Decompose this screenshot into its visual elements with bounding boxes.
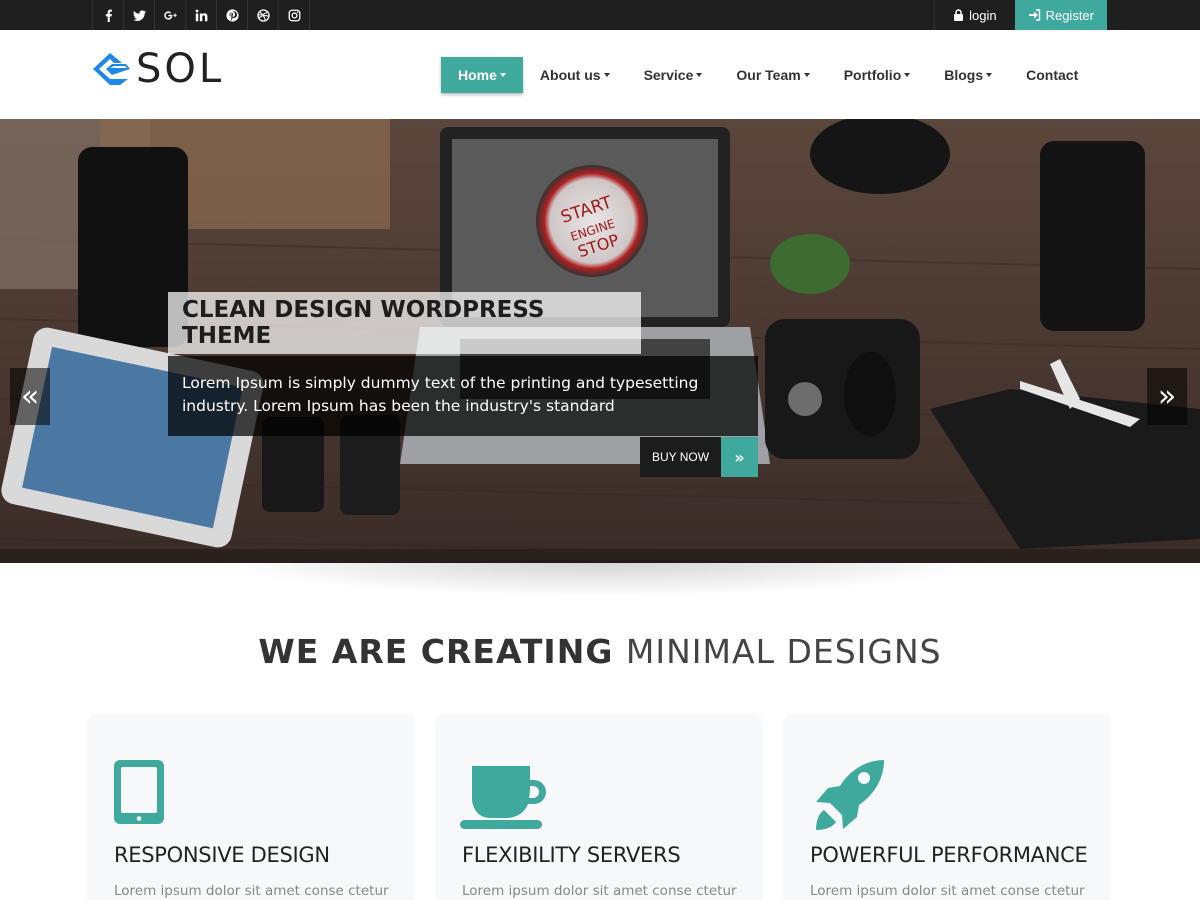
- site-logo[interactable]: SOL: [92, 46, 225, 92]
- facebook-icon[interactable]: [93, 0, 124, 30]
- login-link[interactable]: login: [934, 0, 1014, 30]
- caret-down-icon: [499, 73, 506, 77]
- register-button[interactable]: Register: [1014, 0, 1107, 30]
- rocket-icon: [816, 760, 884, 830]
- section-title-light: MINIMAL DESIGNS: [625, 632, 942, 671]
- nav-item-blogs[interactable]: Blogs: [927, 57, 1009, 93]
- site-header: SOL Home About us Service Our Team Portf…: [0, 30, 1200, 119]
- caret-down-icon: [904, 73, 911, 77]
- nav-label: Contact: [1026, 67, 1079, 83]
- caret-down-icon: [803, 73, 810, 77]
- hero-slider: START ENGINE STOP CLEAN DESIGN WORDPRESS…: [0, 119, 1200, 563]
- feature-title: POWERFUL PERFORMANCE: [810, 843, 1088, 867]
- slider-prev-button[interactable]: «: [10, 368, 50, 425]
- feature-text: Lorem ipsum dolor sit amet conse ctetur: [114, 883, 389, 899]
- nav-label: Service: [643, 67, 694, 83]
- feature-title: FLEXIBILITY SERVERS: [462, 843, 681, 867]
- nav-item-portfolio[interactable]: Portfolio: [827, 57, 928, 93]
- login-label: login: [969, 7, 997, 23]
- coffee-cup-icon: [460, 766, 546, 829]
- feature-card: POWERFUL PERFORMANCE Lorem ipsum dolor s…: [786, 717, 1108, 900]
- caret-down-icon: [603, 73, 610, 77]
- social-links: [92, 0, 310, 30]
- hero-shadow: [180, 560, 1020, 600]
- hero-title: CLEAN DESIGN WORDPRESS THEME: [182, 297, 545, 349]
- nav-item-about-us[interactable]: About us: [523, 57, 627, 93]
- register-label: Register: [1045, 7, 1094, 23]
- top-bar: login Register: [0, 0, 1200, 30]
- nav-item-our-team[interactable]: Our Team: [719, 57, 826, 93]
- hero-title-box: CLEAN DESIGN WORDPRESS THEME: [168, 292, 641, 354]
- sign-in-icon: [1028, 9, 1040, 21]
- logo-text: SOL: [136, 46, 225, 92]
- slider-next-button[interactable]: »: [1147, 368, 1187, 425]
- nav-item-service[interactable]: Service: [627, 57, 720, 93]
- nav-item-home[interactable]: Home: [441, 57, 523, 93]
- nav-label: About us: [539, 67, 601, 83]
- account-links: login Register: [934, 0, 1107, 30]
- pinterest-icon[interactable]: [217, 0, 248, 30]
- linkedin-icon[interactable]: [186, 0, 217, 30]
- feature-title: RESPONSIVE DESIGN: [114, 843, 330, 867]
- buy-now-label: BUY NOW: [640, 437, 721, 477]
- twitter-icon[interactable]: [124, 0, 155, 30]
- dribbble-icon[interactable]: [248, 0, 279, 30]
- section-title-bold: WE ARE CREATING: [258, 632, 614, 671]
- lock-icon: [954, 9, 964, 21]
- hero-description: Lorem Ipsum is simply dummy text of the …: [168, 356, 758, 436]
- feature-card: RESPONSIVE DESIGN Lorem ipsum dolor sit …: [90, 717, 412, 900]
- nav-label: Home: [458, 67, 497, 83]
- double-chevron-right-icon: »: [721, 437, 758, 477]
- caret-down-icon: [696, 73, 703, 77]
- caret-down-icon: [986, 73, 993, 77]
- nav-label: Our Team: [736, 67, 801, 83]
- main-nav: Home About us Service Our Team Portfolio…: [441, 57, 1095, 93]
- nav-item-contact[interactable]: Contact: [1009, 57, 1095, 93]
- double-chevron-right-icon: »: [1157, 379, 1177, 414]
- double-chevron-left-icon: «: [20, 379, 40, 414]
- logo-e-icon: [93, 53, 130, 85]
- feature-card: FLEXIBILITY SERVERS Lorem ipsum dolor si…: [438, 717, 760, 900]
- feature-text: Lorem ipsum dolor sit amet conse ctetur: [462, 883, 737, 899]
- google-plus-icon[interactable]: [155, 0, 186, 30]
- feature-text: Lorem ipsum dolor sit amet conse ctetur: [810, 883, 1085, 899]
- tablet-icon: [114, 760, 164, 824]
- nav-label: Portfolio: [843, 67, 902, 83]
- instagram-icon[interactable]: [279, 0, 310, 30]
- buy-now-button[interactable]: BUY NOW »: [640, 437, 758, 477]
- section-title: WE ARE CREATING MINIMAL DESIGNS: [0, 632, 1200, 671]
- nav-label: Blogs: [944, 67, 984, 83]
